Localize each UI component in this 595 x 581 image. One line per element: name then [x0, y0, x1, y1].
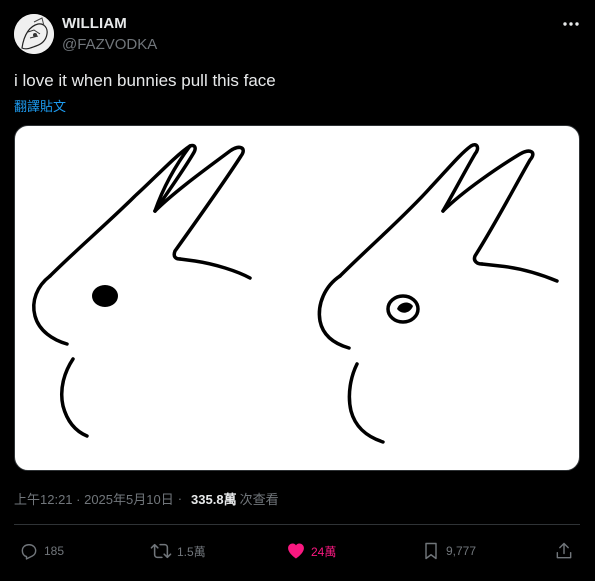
- like-count: 24萬: [311, 544, 337, 559]
- share-button[interactable]: [554, 539, 574, 563]
- retweet-button[interactable]: 1.5萬: [150, 539, 206, 563]
- bookmark-count: 9,777: [446, 544, 477, 558]
- actions-divider: [14, 524, 580, 525]
- avatar[interactable]: [14, 14, 54, 54]
- retweet-count: 1.5萬: [177, 544, 206, 559]
- bookmark-icon: [425, 542, 437, 560]
- bookmark-button[interactable]: 9,777: [421, 539, 476, 563]
- like-button[interactable]: 24萬: [286, 539, 336, 563]
- author-handle[interactable]: @FAZVODKA: [62, 36, 157, 53]
- tweet-meta: 上午12:21 · 2025年5月10日 · 335.8萬 次查看: [14, 489, 279, 508]
- translate-post-link[interactable]: 翻譯貼文: [14, 96, 66, 115]
- retweet-icon: [150, 543, 172, 559]
- tweet-media-image[interactable]: [14, 125, 580, 471]
- tweet: WILLIAM @FAZVODKA i love it when bunnies…: [0, 0, 595, 581]
- more-dots-icon: [563, 22, 579, 26]
- timestamp[interactable]: 上午12:21 · 2025年5月10日: [14, 489, 174, 508]
- more-options-button[interactable]: [556, 12, 586, 36]
- views-count: 335.8萬: [191, 492, 237, 507]
- reply-icon: [21, 544, 37, 560]
- tweet-text: i love it when bunnies pull this face: [14, 71, 276, 90]
- share-icon: [556, 542, 572, 559]
- avatar-sketch-icon: [14, 14, 54, 54]
- bunny-drawings-image: [32, 142, 559, 444]
- heart-filled-icon: [288, 543, 304, 559]
- author-display-name[interactable]: WILLIAM: [62, 15, 127, 32]
- views-label: 次查看: [239, 492, 279, 507]
- reply-button[interactable]: 185: [19, 539, 64, 563]
- meta-separator: ·: [177, 491, 183, 506]
- reply-count: 185: [44, 544, 65, 558]
